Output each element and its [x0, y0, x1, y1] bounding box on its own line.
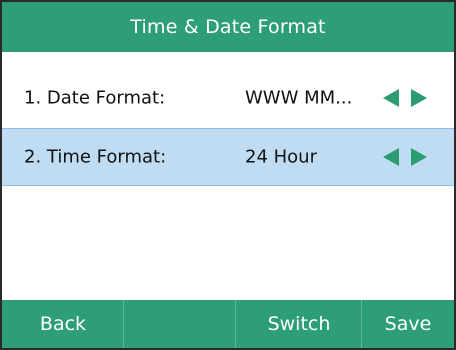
save-softkey[interactable]: Save: [362, 300, 454, 348]
date-format-row[interactable]: 1. Date Format: WWW MM...: [2, 69, 454, 127]
date-format-label: 1. Date Format:: [24, 87, 166, 109]
switch-softkey-label: Switch: [267, 313, 331, 335]
save-softkey-label: Save: [384, 313, 432, 335]
time-format-left-arrow-icon[interactable]: [382, 147, 400, 167]
screen-title: Time & Date Format: [130, 16, 326, 38]
time-format-value: 24 Hour: [245, 146, 317, 168]
date-format-right-arrow-icon[interactable]: [410, 88, 428, 108]
back-softkey[interactable]: Back: [2, 300, 124, 348]
date-format-value: WWW MM...: [245, 87, 353, 109]
softkey-bar: Back Switch Save: [2, 300, 454, 348]
date-format-left-arrow-icon[interactable]: [382, 88, 400, 108]
switch-softkey[interactable]: Switch: [236, 300, 362, 348]
screen-title-bar: Time & Date Format: [2, 2, 454, 52]
back-softkey-label: Back: [39, 313, 87, 335]
blank-softkey: [124, 300, 236, 348]
time-format-right-arrow-icon[interactable]: [410, 147, 428, 167]
phone-settings-screen: Time & Date Format 1. Date Format: WWW M…: [0, 0, 456, 350]
time-format-label: 2. Time Format:: [24, 146, 167, 168]
time-format-row[interactable]: 2. Time Format: 24 Hour: [2, 128, 454, 186]
